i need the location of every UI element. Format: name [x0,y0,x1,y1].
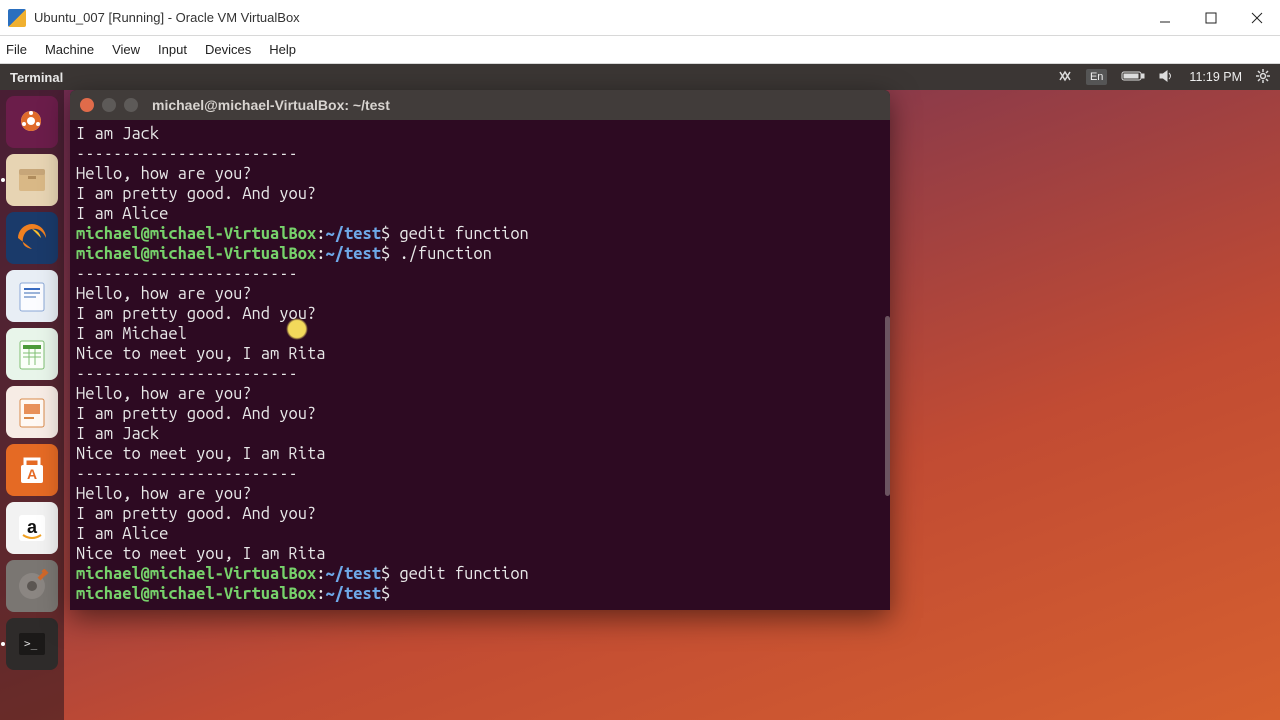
terminal-title: michael@michael-VirtualBox: ~/test [152,97,390,113]
launcher-settings[interactable] [6,560,58,612]
terminal-output-line: Hello, how are you? [76,164,884,184]
ubuntu-top-panel: Terminal En 11:19 PM [0,64,1280,90]
terminal-output-line: I am Alice [76,204,884,224]
volume-icon[interactable] [1159,70,1175,85]
menu-file[interactable]: File [6,42,27,57]
terminal-output-line: Nice to meet you, I am Rita [76,444,884,464]
terminal-output-line: I am Michael [76,324,884,344]
terminal-output-line: I am pretty good. And you? [76,504,884,524]
virtualbox-menubar: File Machine View Input Devices Help [0,36,1280,64]
terminal-output-line: Nice to meet you, I am Rita [76,344,884,364]
virtualbox-window-title: Ubuntu_007 [Running] - Oracle VM Virtual… [34,10,1142,25]
terminal-output-line: I am pretty good. And you? [76,304,884,324]
terminal-maximize-button[interactable] [124,98,138,112]
keyboard-lang-indicator[interactable]: En [1086,69,1107,85]
terminal-output-line: I am Jack [76,124,884,144]
launcher-impress[interactable] [6,386,58,438]
terminal-output-line: I am Jack [76,424,884,444]
menu-input[interactable]: Input [158,42,187,57]
svg-text:>_: >_ [24,637,38,650]
terminal-prompt-line: michael@michael-VirtualBox:~/test$ gedit… [76,224,884,244]
terminal-output-line: ------------------------ [76,264,884,284]
svg-text:A: A [27,466,37,482]
menu-machine[interactable]: Machine [45,42,94,57]
terminal-output-line: I am pretty good. And you? [76,404,884,424]
virtualbox-titlebar: Ubuntu_007 [Running] - Oracle VM Virtual… [0,0,1280,36]
guest-viewport: Terminal En 11:19 PM Aa >_ michael@michae… [0,64,1280,720]
menu-help[interactable]: Help [269,42,296,57]
svg-text:a: a [27,517,38,537]
terminal-close-button[interactable] [80,98,94,112]
menu-view[interactable]: View [112,42,140,57]
terminal-output-line: Hello, how are you? [76,384,884,404]
gear-icon[interactable] [1256,69,1270,86]
clock[interactable]: 11:19 PM [1189,70,1242,84]
launcher-writer[interactable] [6,270,58,322]
terminal-output-line: I am Alice [76,524,884,544]
terminal-output-line: Hello, how are you? [76,284,884,304]
launcher-terminal[interactable]: >_ [6,618,58,670]
terminal-prompt-line: michael@michael-VirtualBox:~/test$ gedit… [76,564,884,584]
launcher-calc[interactable] [6,328,58,380]
terminal-scrollbar[interactable] [885,316,890,496]
menu-devices[interactable]: Devices [205,42,251,57]
terminal-output-line: Nice to meet you, I am Rita [76,544,884,564]
battery-icon[interactable] [1121,70,1145,85]
close-button[interactable] [1234,0,1280,35]
terminal-prompt-line: michael@michael-VirtualBox:~/test$ [76,584,884,604]
terminal-output-line: Hello, how are you? [76,484,884,504]
terminal-minimize-button[interactable] [102,98,116,112]
terminal-body[interactable]: I am Jack------------------------Hello, … [70,120,890,610]
terminal-titlebar[interactable]: michael@michael-VirtualBox: ~/test [70,90,890,120]
terminal-window[interactable]: michael@michael-VirtualBox: ~/test I am … [70,90,890,610]
launcher-amazon[interactable]: a [6,502,58,554]
network-icon[interactable] [1058,70,1072,85]
launcher-software[interactable]: A [6,444,58,496]
ubuntu-launcher: Aa >_ [0,90,64,720]
launcher-files[interactable] [6,154,58,206]
terminal-prompt-line: michael@michael-VirtualBox:~/test$ ./fun… [76,244,884,264]
terminal-output-line: ------------------------ [76,144,884,164]
virtualbox-icon [8,9,26,27]
launcher-search[interactable] [6,96,58,148]
terminal-output-line: ------------------------ [76,364,884,384]
launcher-firefox[interactable] [6,212,58,264]
maximize-button[interactable] [1188,0,1234,35]
active-app-title: Terminal [10,70,63,85]
terminal-output-line: I am pretty good. And you? [76,184,884,204]
minimize-button[interactable] [1142,0,1188,35]
terminal-output-line: ------------------------ [76,464,884,484]
